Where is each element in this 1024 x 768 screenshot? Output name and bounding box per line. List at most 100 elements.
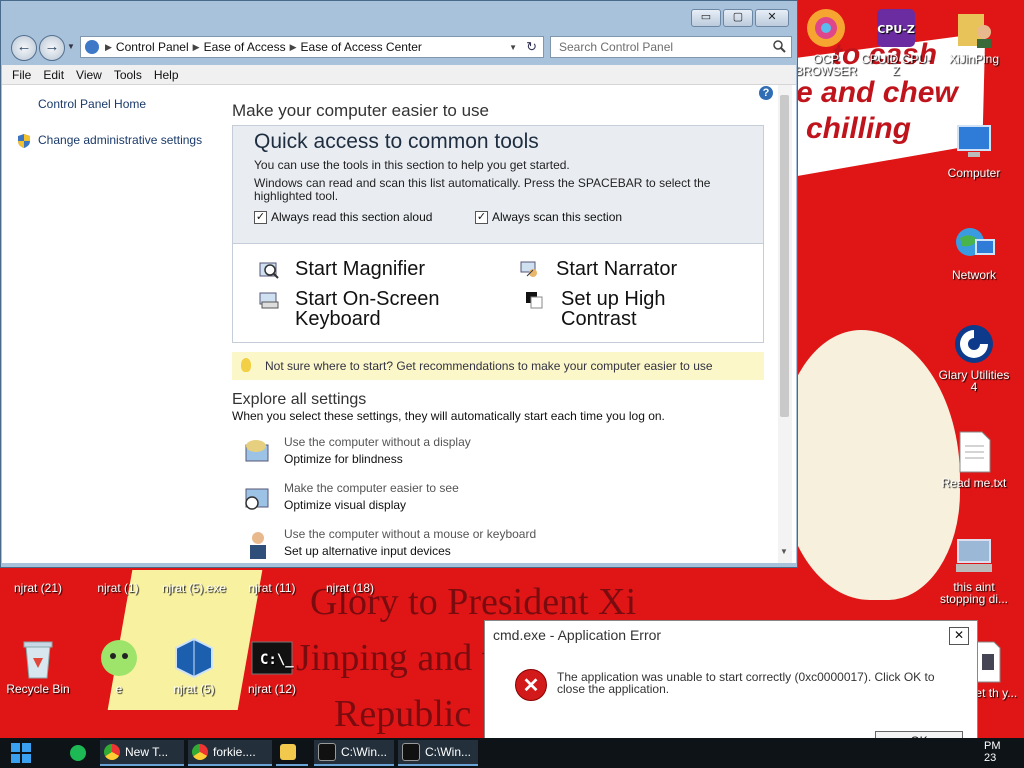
back-arrow-icon: ←: [16, 38, 32, 55]
desktop-icon-recycle-bin[interactable]: Recycle Bin: [0, 636, 76, 695]
vertical-scrollbar[interactable]: ▼: [778, 85, 792, 563]
scrollbar-thumb[interactable]: [780, 95, 789, 417]
desktop-icon-character[interactable]: e: [84, 636, 154, 695]
magnifier-icon: [259, 262, 279, 279]
browser-icon: [804, 6, 848, 50]
recommendations-link[interactable]: Not sure where to start? Get recommendat…: [265, 352, 713, 380]
on-screen-keyboard-icon: [259, 292, 279, 309]
menu-view[interactable]: View: [76, 68, 102, 82]
explore-item-input[interactable]: Use the computer without a mouse or keyb…: [242, 527, 742, 567]
menu-tools[interactable]: Tools: [114, 68, 142, 82]
change-admin-settings-link[interactable]: Change administrative settings: [38, 133, 202, 147]
quick-access-header: Quick access to common tools You can use…: [233, 126, 763, 244]
quick-access-title: Quick access to common tools: [254, 130, 539, 153]
recent-pages-dropdown-icon[interactable]: ▼: [67, 42, 75, 51]
scroll-down-icon[interactable]: ▼: [780, 547, 788, 556]
wallpaper-icecream: [780, 330, 960, 600]
optimize-visual-display-link[interactable]: Optimize visual display: [284, 498, 406, 512]
checkbox-checked-icon: ✓: [254, 210, 267, 224]
explore-item-visual[interactable]: Make the computer easier to see Optimize…: [242, 481, 742, 521]
recommendations-tip[interactable]: Not sure where to start? Get recommendat…: [232, 352, 764, 380]
help-icon[interactable]: ?: [759, 86, 773, 100]
visual-display-icon: [245, 488, 269, 510]
start-narrator-link[interactable]: Start Narrator: [556, 259, 677, 279]
breadcrumb-separator-icon: ▶: [105, 41, 112, 52]
chrome-icon: [192, 744, 208, 760]
content-area: Control Panel Home Change administrative…: [2, 85, 796, 563]
breadcrumb-separator-icon: ▶: [192, 41, 200, 52]
optimize-for-blindness-link[interactable]: Optimize for blindness: [284, 452, 403, 466]
narrator-icon: [520, 261, 537, 277]
start-magnifier-link[interactable]: Start Magnifier: [295, 259, 425, 279]
control-panel-window: ▭ ▢ ✕ ← → ▼ ▶ Control Panel ▶ Ease of Ac…: [0, 0, 798, 568]
minimize-button[interactable]: ▭: [691, 9, 721, 27]
taskbar-item-cmd[interactable]: C:\Win...: [398, 740, 478, 766]
search-icon[interactable]: [773, 40, 786, 56]
explore-item-blindness[interactable]: Use the computer without a display Optim…: [242, 435, 742, 475]
breadcrumb-ease-of-access-center[interactable]: Ease of Access Center: [301, 40, 422, 54]
control-panel-home-link[interactable]: Control Panel Home: [38, 97, 146, 111]
back-button[interactable]: ←: [11, 35, 37, 61]
quick-access-instructions: Windows can read and scan this list auto…: [254, 176, 711, 203]
left-pane: Control Panel Home Change administrative…: [2, 85, 222, 563]
taskbar-clock[interactable]: PM 23: [984, 740, 1024, 764]
quick-access-panel: Quick access to common tools You can use…: [232, 125, 764, 343]
close-button[interactable]: ✕: [755, 9, 789, 27]
forward-arrow-icon: →: [44, 38, 60, 55]
desktop-icon-readme[interactable]: Read me.txt: [936, 430, 1012, 489]
taskbar-item-cmd[interactable]: C:\Win...: [314, 740, 394, 766]
desktop-icon-njrat[interactable]: C:\_ njrat (12): [234, 636, 310, 695]
set-up-high-contrast-link[interactable]: Set up High Contrast: [561, 289, 701, 329]
dialog-close-button[interactable]: ✕: [949, 627, 969, 645]
console-icon: [402, 743, 420, 761]
taskbar: New T... forkie.... C:\Win... C:\Win... …: [0, 738, 1024, 768]
main-pane: Make your computer easier to use ? Quick…: [232, 85, 773, 563]
console-icon: C:\_: [250, 636, 294, 680]
desktop-icon-glary[interactable]: Glary Utilities 4: [936, 322, 1012, 393]
refresh-icon[interactable]: ↻: [526, 39, 537, 55]
text-file-icon: [952, 430, 996, 474]
taskbar-item-chrome[interactable]: New T...: [100, 740, 184, 766]
desktop-icon-computer[interactable]: Computer: [936, 120, 1012, 179]
taskbar-item-explorer[interactable]: [276, 740, 308, 766]
computer-icon: [952, 120, 996, 164]
wallpaper-slogan: Jinping and t: [296, 637, 493, 679]
dialog-title: cmd.exe - Application Error: [493, 627, 662, 643]
start-on-screen-keyboard-link[interactable]: Start On-Screen Keyboard: [295, 289, 495, 329]
folder-icon: [280, 744, 296, 760]
virtualbox-icon: [172, 636, 216, 680]
forward-button[interactable]: →: [39, 35, 65, 61]
spotify-icon[interactable]: [70, 745, 86, 761]
read-aloud-checkbox[interactable]: ✓ Always read this section aloud: [254, 210, 432, 224]
folder-user-icon: [952, 6, 996, 50]
desktop-icon-network[interactable]: Network: [936, 222, 1012, 281]
menu-help[interactable]: Help: [154, 68, 179, 82]
display-blindness-icon: [245, 440, 269, 462]
explore-title: Explore all settings: [232, 391, 367, 408]
menu-edit[interactable]: Edit: [43, 68, 64, 82]
breadcrumb-separator-icon: ▶: [289, 41, 297, 52]
maximize-button[interactable]: ▢: [723, 9, 753, 27]
set-up-alternative-input-link[interactable]: Set up alternative input devices: [284, 544, 451, 558]
console-icon: [318, 743, 336, 761]
menu-bar: File Edit View Tools Help: [2, 65, 796, 85]
desktop-icon-xijinping[interactable]: XiJinPing: [936, 6, 1012, 65]
address-dropdown-icon[interactable]: ▼: [509, 43, 517, 52]
desktop-icon-njrat[interactable]: njrat (5): [156, 636, 232, 695]
windows-start-icon[interactable]: [10, 742, 32, 764]
network-icon: [952, 222, 996, 266]
auto-scan-checkbox[interactable]: ✓ Always scan this section: [475, 210, 622, 224]
desktop-icon-browser[interactable]: OCP BROWSER: [788, 6, 864, 77]
breadcrumb-control-panel[interactable]: Control Panel: [116, 40, 189, 54]
taskbar-item-chrome[interactable]: forkie....: [188, 740, 272, 766]
svg-text:CPU-Z: CPU-Z: [877, 23, 915, 36]
desktop-icon-this-aint[interactable]: this aint stopping di...: [936, 534, 1012, 605]
search-input[interactable]: Search Control Panel: [550, 36, 792, 58]
menu-file[interactable]: File: [12, 68, 31, 82]
address-bar[interactable]: ▶ Control Panel ▶ Ease of Access ▶ Ease …: [80, 36, 544, 58]
character-icon: [97, 636, 141, 680]
breadcrumb-ease-of-access[interactable]: Ease of Access: [204, 40, 286, 54]
desktop-icon-cpuz[interactable]: CPU-Z CPUID CPU-Z: [858, 6, 934, 77]
quick-access-description: You can use the tools in this section to…: [254, 158, 570, 172]
glary-icon: [952, 322, 996, 366]
